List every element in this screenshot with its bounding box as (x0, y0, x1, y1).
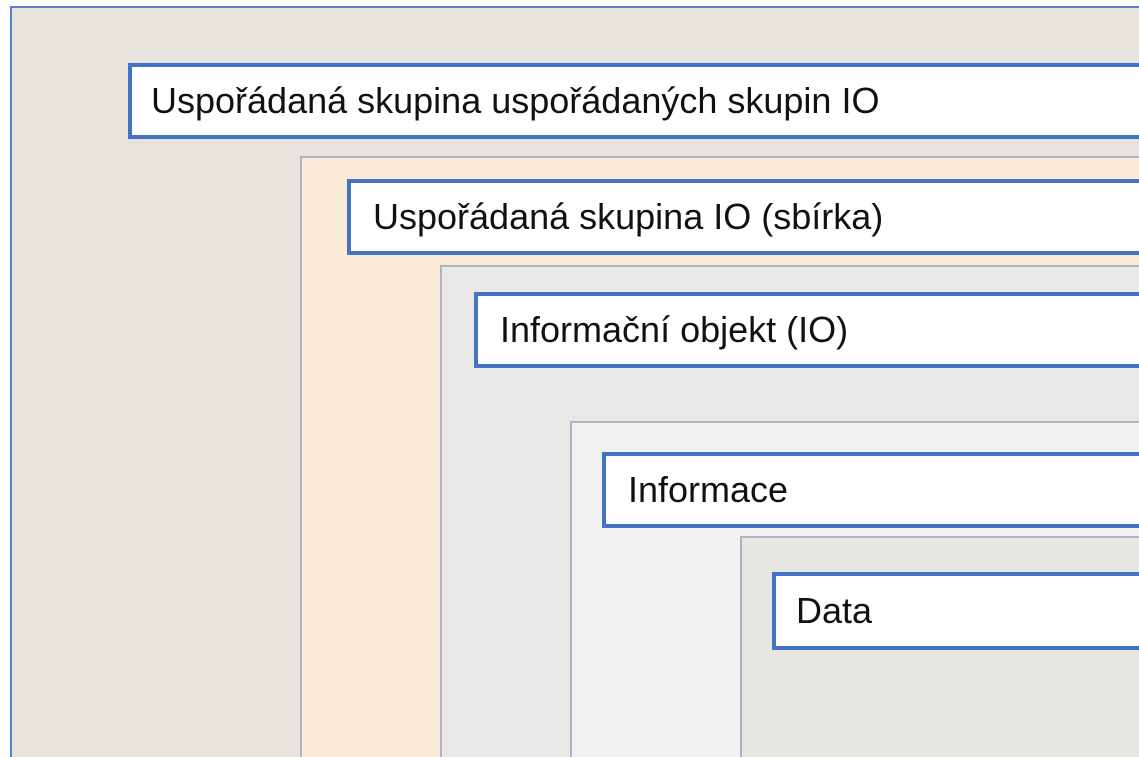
label-ordered-group-of-groups: Uspořádaná skupina uspořádaných skupin I… (128, 63, 1139, 139)
label-data: Data (772, 572, 1139, 650)
label-information-object: Informační objekt (IO) (474, 292, 1139, 368)
label-ordered-group: Uspořádaná skupina IO (sbírka) (347, 179, 1139, 255)
label-information: Informace (602, 452, 1139, 528)
